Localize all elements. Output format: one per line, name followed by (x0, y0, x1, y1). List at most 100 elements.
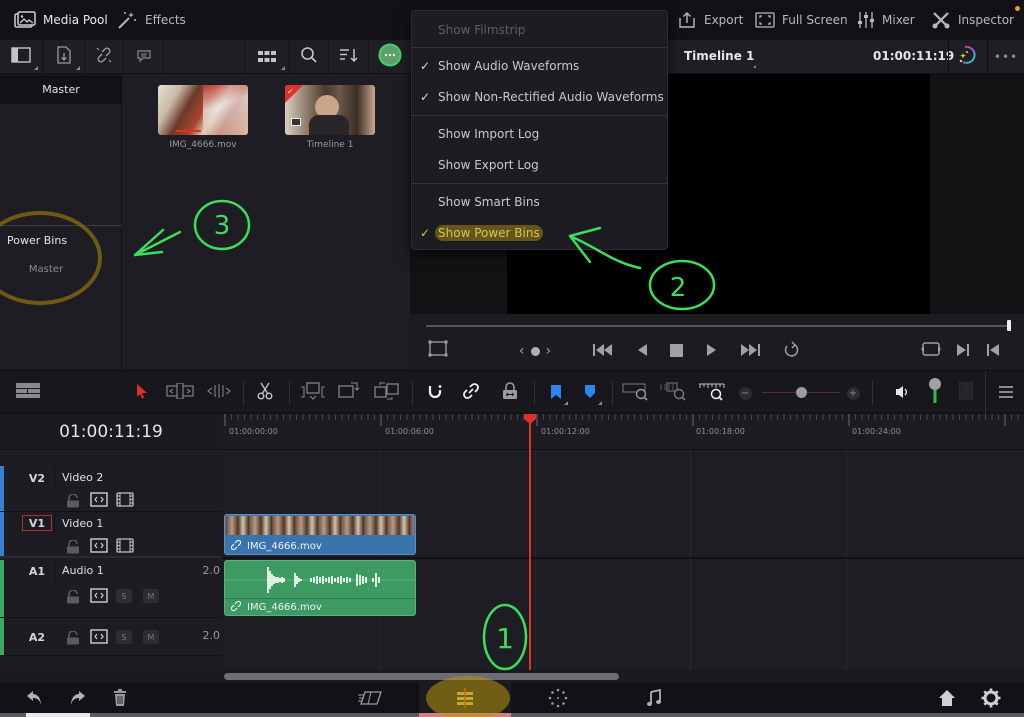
transform-button[interactable] (426, 340, 450, 360)
menu-item-show-smart-bins[interactable]: Show Smart Bins (412, 191, 667, 213)
flag-button[interactable] (546, 381, 568, 405)
track-header-a1[interactable]: A1 Audio 1 2.0 S M (0, 560, 222, 618)
track-name[interactable]: Video 2 (62, 471, 103, 484)
undo-button[interactable] (22, 688, 48, 712)
blade-tool-button[interactable] (253, 381, 277, 405)
timeline-menu-button[interactable] (994, 381, 1018, 405)
audio-clip[interactable]: IMG_4666.mov (224, 560, 416, 616)
export-button[interactable]: Export (677, 8, 743, 32)
solo-button[interactable]: S (116, 589, 132, 603)
mark-out-button[interactable] (983, 342, 1003, 360)
menu-item-show-non-rectified-waveforms[interactable]: ✓ Show Non-Rectified Audio Waveforms (412, 86, 667, 108)
custom-zoom-button[interactable] (697, 381, 727, 405)
media-pool-button[interactable]: Media Pool (14, 8, 108, 32)
menu-item-show-export-log[interactable]: Show Export Log (412, 154, 667, 176)
fairlight-page-button[interactable] (642, 688, 666, 712)
auto-select-button[interactable] (90, 492, 108, 511)
cut-page-button[interactable] (355, 688, 385, 712)
toggle-bins-button[interactable] (0, 40, 43, 74)
replace-clip-button[interactable] (372, 381, 402, 405)
unlink-button[interactable] (85, 40, 124, 74)
fusion-page-button[interactable] (545, 688, 571, 712)
timeline-scrollbar[interactable] (224, 673, 619, 680)
marker-button[interactable] (580, 381, 602, 405)
auto-select-button[interactable] (90, 629, 108, 648)
media-clip-timeline-1[interactable]: ✓ Timeline 1 (285, 85, 375, 150)
full-screen-button[interactable]: Full Screen (755, 8, 848, 32)
track-lock-button[interactable] (66, 493, 80, 512)
video-clip[interactable]: IMG_4666.mov (224, 514, 416, 555)
audio-mute-toggle[interactable] (893, 381, 913, 405)
zoom-in-button[interactable]: + (845, 381, 861, 405)
master-bin[interactable]: Master (0, 75, 122, 104)
zoom-slider-knob[interactable] (795, 387, 807, 398)
playhead-line[interactable] (529, 414, 531, 672)
dynamic-trim-button[interactable] (204, 381, 234, 405)
delete-button[interactable] (108, 688, 132, 712)
selection-tool-button[interactable] (132, 381, 152, 405)
media-clip-img-4666[interactable]: IMG_4666.mov (158, 85, 248, 150)
next-keyframe-icon[interactable]: › (546, 343, 552, 359)
menu-item-show-filmstrip[interactable]: Show Filmstrip (412, 19, 667, 41)
disable-track-button[interactable] (116, 492, 134, 511)
smart-reframe-button[interactable] (948, 40, 988, 74)
track-header-a2[interactable]: A2 2.0 S M (0, 618, 222, 656)
edit-page-button[interactable] (450, 688, 480, 712)
viewer-scrub-bar[interactable] (426, 325, 1008, 327)
menu-item-show-audio-waveforms[interactable]: ✓ Show Audio Waveforms (412, 55, 667, 77)
timeline-selector[interactable]: Timeline 1 (684, 49, 754, 63)
track-header-v1[interactable]: V1 Video 1 (0, 512, 222, 558)
detail-zoom-button[interactable] (660, 381, 688, 405)
redo-button[interactable] (64, 688, 90, 712)
inspector-button[interactable]: Inspector (931, 8, 1014, 32)
auto-select-button[interactable] (90, 588, 108, 607)
sort-button[interactable] (329, 40, 369, 74)
go-to-end-button[interactable] (736, 342, 764, 360)
timeline-view-options-button[interactable] (14, 381, 42, 405)
track-lock-button[interactable] (66, 589, 80, 608)
solo-button[interactable]: S (116, 630, 132, 644)
previous-keyframe-icon[interactable]: ‹ (519, 343, 525, 359)
project-manager-button[interactable] (934, 688, 960, 712)
audio-meter-toggle[interactable] (956, 381, 976, 405)
scrub-handle[interactable] (1007, 320, 1011, 331)
play-reverse-button[interactable] (632, 342, 652, 360)
mark-in-button[interactable] (953, 342, 973, 360)
track-lock-button[interactable] (66, 539, 80, 558)
viewer-more-button[interactable]: ••• (988, 40, 1024, 74)
settings-button[interactable] (978, 688, 1004, 712)
audio-level-slider[interactable] (926, 378, 944, 408)
metadata-button[interactable] (124, 40, 164, 74)
menu-item-show-power-bins[interactable]: ✓ Show Power Bins (412, 222, 667, 244)
timeline-ruler[interactable]: 01:00:00:00 01:00:06:00 01:00:12:00 01:0… (223, 414, 1024, 450)
snapping-button[interactable] (424, 381, 446, 405)
track-header-v2[interactable]: V2 Video 2 (0, 466, 222, 512)
effects-button[interactable]: Effects (116, 8, 186, 32)
trim-tool-button[interactable] (165, 381, 195, 405)
mute-button[interactable]: M (143, 630, 159, 644)
go-to-start-button[interactable] (590, 342, 616, 360)
track-name[interactable]: Video 1 (62, 517, 103, 530)
options-menu-button[interactable] (369, 40, 410, 74)
track-lock-button[interactable] (66, 630, 80, 649)
timeline-track-area[interactable]: IMG_4666.mov IMG_4666.mov (223, 450, 1024, 670)
auto-select-button[interactable] (90, 538, 108, 557)
import-media-button[interactable] (43, 40, 85, 74)
position-lock-button[interactable] (498, 381, 522, 405)
loop-button[interactable] (778, 341, 804, 360)
disable-track-button[interactable] (116, 538, 134, 557)
search-button[interactable] (290, 40, 329, 74)
track-name[interactable]: Audio 1 (62, 564, 104, 577)
zoom-slider[interactable] (762, 381, 840, 405)
zoom-out-button[interactable]: − (737, 381, 753, 405)
full-extent-zoom-button[interactable] (622, 381, 650, 405)
overwrite-clip-button[interactable] (336, 381, 362, 405)
keyframe-navigator[interactable]: ‹ › (510, 342, 560, 360)
play-button[interactable] (702, 342, 722, 360)
linked-selection-button[interactable] (460, 381, 482, 405)
keyframe-dot-icon[interactable] (530, 346, 540, 356)
stop-button[interactable] (666, 342, 686, 360)
menu-item-show-import-log[interactable]: Show Import Log (412, 123, 667, 145)
insert-clip-button[interactable] (298, 381, 328, 405)
mute-button[interactable]: M (143, 589, 159, 603)
